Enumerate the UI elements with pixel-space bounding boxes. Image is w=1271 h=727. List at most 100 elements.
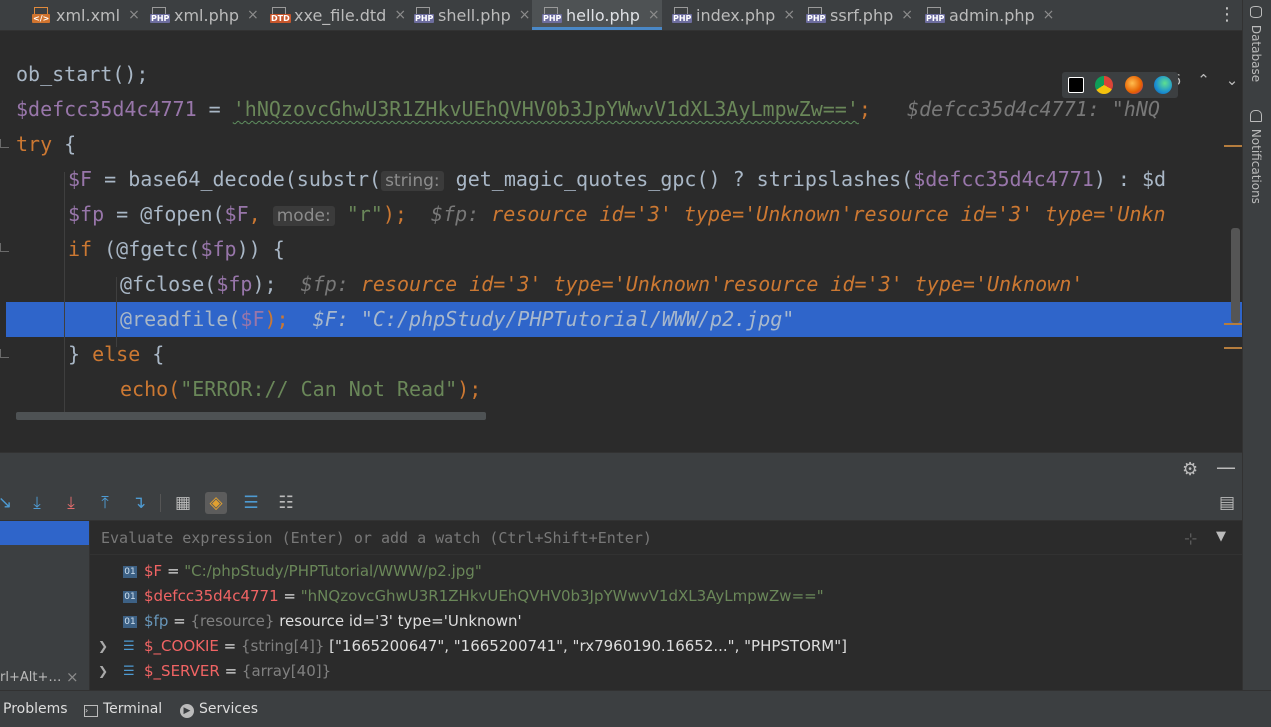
add-to-watches-icon[interactable]: ⊹ bbox=[1184, 529, 1197, 548]
problems-label: Problems bbox=[3, 701, 68, 717]
tab-ssrf-php[interactable]: PHP ssrf.php × bbox=[806, 0, 913, 30]
variable-row[interactable]: 01 $F = "C:/phpStudy/PHPTutorial/WWW/p2.j… bbox=[123, 559, 482, 584]
next-highlight-icon[interactable]: ⌄ bbox=[1226, 71, 1239, 89]
inline-value-hint: $defcc35d4c4771: "hNQ bbox=[907, 97, 1160, 121]
frames-list-icon[interactable]: ☰ bbox=[240, 492, 262, 514]
close-icon[interactable]: × bbox=[648, 7, 660, 23]
fold-marker[interactable] bbox=[0, 139, 9, 148]
variable-row[interactable]: 01 $fp = {resource} resource id='3' type=… bbox=[123, 609, 522, 634]
selected-frame-row[interactable] bbox=[0, 521, 89, 545]
inline-value-hint-value: resource id='3' type='Unknown'resource i… bbox=[479, 202, 1166, 226]
minimize-icon[interactable]: — bbox=[1216, 455, 1236, 479]
close-icon[interactable]: × bbox=[66, 668, 79, 686]
bell-icon bbox=[1250, 110, 1262, 122]
add-watch-icon[interactable]: ☷ bbox=[275, 492, 297, 514]
inline-value-hint: $F: "C:/phpStudy/PHPTutorial/WWW/p2.jpg" bbox=[312, 307, 795, 331]
previous-highlight-icon[interactable]: ⌃ bbox=[1197, 71, 1210, 89]
code-line-4: $F = base64_decode(substr(string: get_ma… bbox=[68, 167, 1167, 191]
notifications-tool-button[interactable]: Notifications bbox=[1249, 110, 1263, 204]
array-icon: ☰ bbox=[123, 663, 135, 679]
variable-row-expandable[interactable]: ❯ ☰ $_COOKIE = {string[4]} ["1665200647",… bbox=[90, 634, 847, 659]
primitive-type-icon: 01 bbox=[123, 590, 137, 603]
tab-hello-php[interactable]: PHP hello.php × bbox=[532, 0, 662, 30]
firefox-icon[interactable] bbox=[1124, 76, 1143, 94]
close-icon[interactable]: × bbox=[901, 7, 913, 23]
expand-arrow-icon[interactable]: ❯ bbox=[98, 659, 108, 684]
xml-file-icon: </> bbox=[32, 7, 51, 23]
history-dropdown-icon[interactable]: ▼ bbox=[1216, 529, 1226, 544]
close-icon[interactable]: × bbox=[394, 7, 406, 23]
code-line-2: $defcc35d4c4771 = 'hNQzovcGhwU3R1ZHkvUEh… bbox=[16, 97, 1160, 121]
bottom-tool-window-bar: Problems › Terminal ▶ Services bbox=[0, 690, 1271, 727]
evaluate-expression-icon[interactable]: ▦ bbox=[172, 492, 194, 514]
indent-guide bbox=[64, 172, 65, 417]
edge-icon[interactable] bbox=[1154, 76, 1173, 94]
fold-marker[interactable] bbox=[0, 349, 9, 358]
editor-tab-bar: </> xml.xml × PHP xml.php × DTD xxe_file… bbox=[0, 0, 1242, 31]
code-line-9: } else { bbox=[68, 342, 165, 366]
error-stripe-mark[interactable] bbox=[1224, 145, 1242, 147]
variables-panel: ⊹ ▼ 01$F = "C:/phpStudy/PHPTutorial/WWW/… bbox=[90, 521, 1242, 690]
services-icon: ▶ bbox=[180, 704, 194, 718]
database-tool-button[interactable]: Database bbox=[1249, 6, 1263, 82]
tab-shell-php[interactable]: PHP shell.php × bbox=[414, 0, 530, 30]
variable-row-expandable[interactable]: ❯ ☰ $_SERVER = {array[40]} bbox=[90, 659, 331, 684]
terminal-icon: › bbox=[84, 705, 98, 717]
services-tool-button[interactable]: ▶ Services bbox=[180, 691, 258, 727]
php-file-icon: PHP bbox=[414, 7, 435, 23]
parameter-hint: mode: bbox=[272, 206, 335, 226]
error-stripe-mark[interactable] bbox=[1224, 347, 1242, 349]
database-icon bbox=[1250, 6, 1262, 18]
error-stripe-mark[interactable] bbox=[1224, 323, 1242, 325]
array-icon: ☰ bbox=[123, 638, 135, 654]
problems-tool-button[interactable]: Problems bbox=[3, 691, 68, 727]
run-to-cursor-icon[interactable]: ↴ bbox=[128, 492, 150, 514]
tab-xml-php[interactable]: PHP xml.php × bbox=[150, 0, 259, 30]
tab-xml-xml[interactable]: </> xml.xml × bbox=[32, 0, 140, 30]
close-icon[interactable]: × bbox=[128, 7, 140, 23]
break-on-exception-icon[interactable]: ◈ bbox=[205, 492, 227, 514]
tab-admin-php[interactable]: PHP admin.php × bbox=[925, 0, 1054, 30]
php-file-icon: PHP bbox=[542, 7, 563, 23]
code-line-6: if (@fgetc($fp)) { bbox=[68, 237, 285, 261]
debugger-toolbar: ↘ ⤓ ⤓ ⤒ ↴ ▦ ◈ ☰ ☷ ▤ bbox=[0, 486, 1242, 521]
database-label: Database bbox=[1249, 24, 1263, 83]
horizontal-scrollbar[interactable] bbox=[16, 412, 486, 420]
close-icon[interactable]: × bbox=[783, 7, 795, 23]
tab-label: index.php bbox=[696, 5, 776, 25]
layout-settings-icon[interactable]: ▤ bbox=[1216, 492, 1238, 514]
terminal-tool-button[interactable]: › Terminal bbox=[84, 691, 162, 727]
tab-label: admin.php bbox=[949, 5, 1035, 25]
step-into-icon[interactable]: ⤓ bbox=[26, 492, 48, 514]
primitive-type-icon: 01 bbox=[123, 565, 137, 578]
evaluate-expression-input[interactable] bbox=[90, 521, 1242, 555]
code-line-1: ob_start(); bbox=[16, 62, 149, 86]
tab-label: shell.php bbox=[438, 5, 511, 25]
more-tabs-icon[interactable]: ⋮ bbox=[1218, 4, 1236, 25]
close-icon[interactable]: × bbox=[519, 7, 531, 23]
settings-gear-icon[interactable]: ⚙ bbox=[1182, 459, 1198, 480]
step-out-icon[interactable]: ⤒ bbox=[94, 492, 116, 514]
tab-index-php[interactable]: PHP index.php × bbox=[672, 0, 795, 30]
inline-value-hint-name: $fp: bbox=[431, 202, 480, 226]
phpstorm-icon[interactable] bbox=[1067, 77, 1084, 93]
notifications-label: Notifications bbox=[1249, 128, 1263, 204]
code-editor[interactable]: ob_start(); $defcc35d4c4771 = 'hNQzovcGh… bbox=[0, 31, 1242, 423]
expand-arrow-icon[interactable]: ❯ bbox=[98, 634, 108, 659]
force-step-into-icon[interactable]: ⤓ bbox=[60, 492, 82, 514]
variable-row[interactable]: 01 $defcc35d4c4771 = "hNQzovcGhwU3R1ZHkvU… bbox=[123, 584, 824, 609]
chrome-icon[interactable] bbox=[1095, 76, 1114, 94]
fold-marker[interactable] bbox=[0, 243, 9, 252]
active-tab-indicator bbox=[532, 27, 662, 30]
tab-label: ssrf.php bbox=[830, 5, 894, 25]
close-icon[interactable]: × bbox=[247, 7, 259, 23]
primitive-type-icon: 01 bbox=[123, 615, 137, 628]
tab-xxe-file-dtd[interactable]: DTD xxe_file.dtd × bbox=[270, 0, 406, 30]
tab-label: hello.php bbox=[566, 5, 640, 25]
close-icon[interactable]: × bbox=[1043, 7, 1055, 23]
inline-value-hint-value: resource id='3' type='Unknown'resource i… bbox=[348, 272, 1084, 296]
step-over-icon[interactable]: ↘ bbox=[0, 492, 16, 514]
right-tool-strip: Database Notifications bbox=[1242, 0, 1271, 690]
tab-label: xxe_file.dtd bbox=[294, 5, 387, 25]
vertical-scrollbar[interactable] bbox=[1231, 228, 1240, 323]
